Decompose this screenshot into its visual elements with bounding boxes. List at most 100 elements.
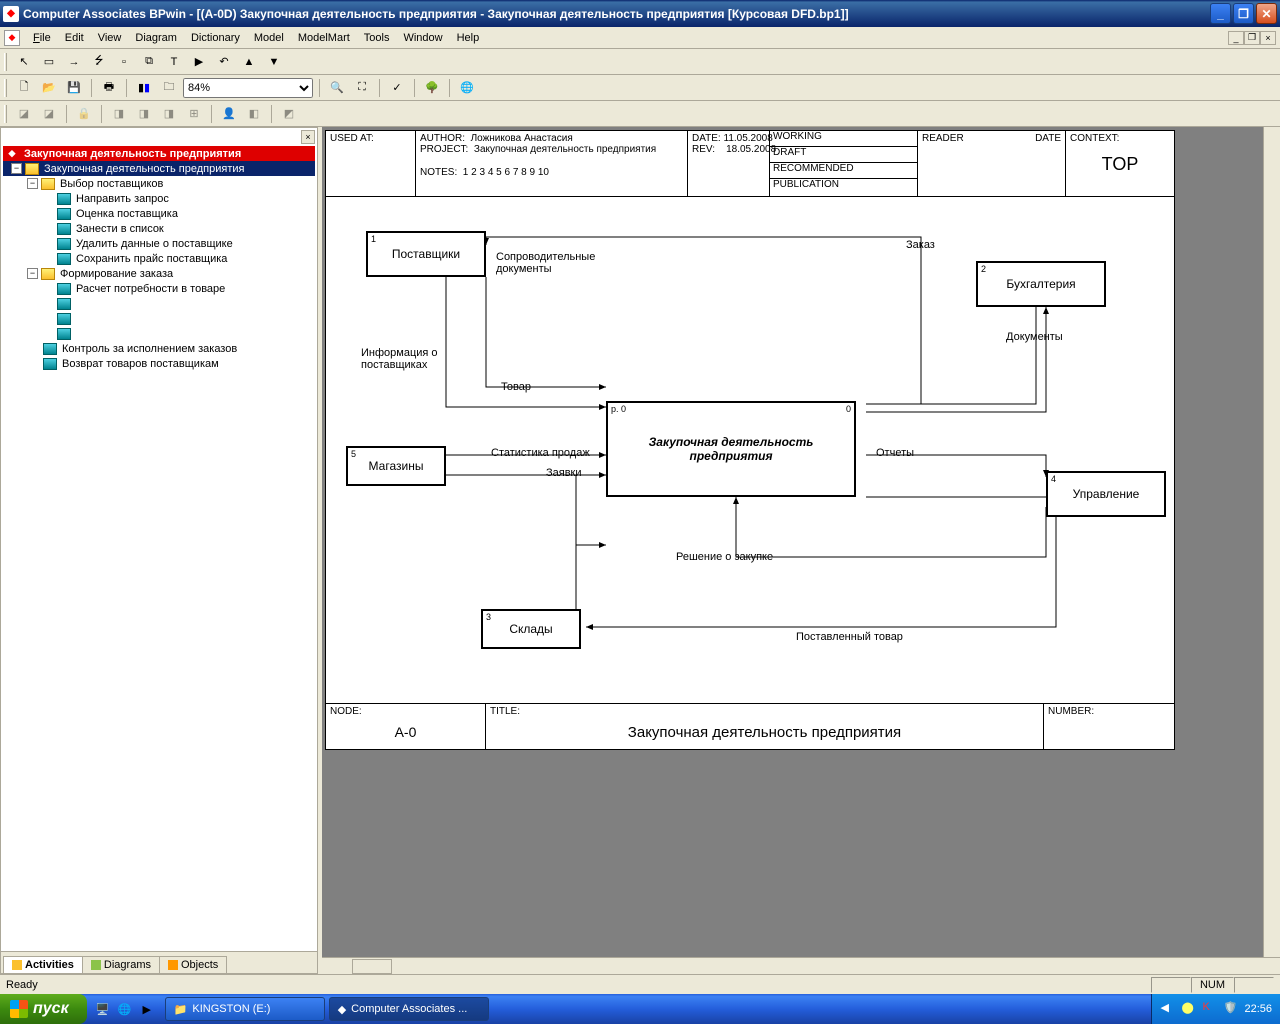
zoom-in-button[interactable]: 🔍 xyxy=(326,77,348,99)
close-button[interactable]: ✕ xyxy=(1256,3,1277,24)
tree-leaf[interactable]: Расчет потребности в товаре xyxy=(3,281,315,296)
toolbar-grip-3[interactable] xyxy=(4,105,7,123)
tree-leaf[interactable]: Сохранить прайс поставщика xyxy=(3,251,315,266)
leaf-icon xyxy=(57,238,71,250)
menu-view[interactable]: View xyxy=(91,30,129,46)
windows-logo-icon xyxy=(10,1000,28,1018)
clock[interactable]: 22:56 xyxy=(1244,1003,1272,1015)
taskbar-item-bpwin[interactable]: ◆ Computer Associates ... xyxy=(329,997,489,1021)
tree-root[interactable]: ◆ Закупочная деятельность предприятия xyxy=(3,146,315,161)
ql-player[interactable]: ▶ xyxy=(137,999,157,1019)
entity-stores[interactable]: 5Магазины xyxy=(346,446,446,486)
play-tool[interactable]: ▶ xyxy=(188,51,210,73)
mdi-minimize[interactable]: _ xyxy=(1228,31,1244,45)
tree-leaf[interactable] xyxy=(3,326,315,341)
canvas-scroll[interactable]: USED AT: AUTHOR: Ложникова Анастасия PRO… xyxy=(322,127,1280,957)
ql-desktop[interactable]: 🖥️ xyxy=(93,999,113,1019)
activity-icon xyxy=(12,960,22,970)
horizontal-scrollbar[interactable] xyxy=(322,957,1280,974)
triangle-down-tool[interactable]: ▼ xyxy=(263,51,285,73)
tree-leaf[interactable]: Возврат товаров поставщикам xyxy=(3,356,315,371)
open-button[interactable]: 📂 xyxy=(38,77,60,99)
diagram-canvas[interactable]: USED AT: AUTHOR: Ложникова Анастасия PRO… xyxy=(325,130,1175,750)
tree-leaf[interactable]: Контроль за исполнением заказов xyxy=(3,341,315,356)
browse-button[interactable]: 🗀 xyxy=(158,77,180,99)
arrow-tool[interactable]: → xyxy=(63,51,85,73)
menu-tools[interactable]: Tools xyxy=(357,30,397,46)
tray-icon[interactable]: ⬤ xyxy=(1181,1001,1197,1017)
new-button[interactable]: 🗋 xyxy=(13,77,35,99)
pointer-tool[interactable]: ↖ xyxy=(13,51,35,73)
text-tool[interactable]: T xyxy=(163,51,185,73)
explorer-close[interactable]: × xyxy=(301,130,315,144)
toolbar-grip-2[interactable] xyxy=(4,79,7,97)
tab-objects[interactable]: Objects xyxy=(159,956,227,973)
small-rect-tool[interactable]: ▫ xyxy=(113,51,135,73)
spellcheck-button[interactable]: ✓ xyxy=(386,77,408,99)
zoom-fit-button[interactable]: ⛶ xyxy=(351,77,373,99)
entity-accounting[interactable]: 2Бухгалтерия xyxy=(976,261,1106,307)
tree-leaf[interactable]: Занести в список xyxy=(3,221,315,236)
tab-activities[interactable]: Activities xyxy=(3,956,83,973)
triangle-up-tool[interactable]: ▲ xyxy=(238,51,260,73)
menu-modelmart[interactable]: ModelMart xyxy=(291,30,357,46)
mm-btn1: ◪ xyxy=(13,103,35,125)
tree-node-order[interactable]: − Формирование заказа xyxy=(3,266,315,281)
print-button[interactable]: 🖶 xyxy=(98,77,120,99)
menu-window[interactable]: Window xyxy=(396,30,449,46)
menu-diagram[interactable]: Diagram xyxy=(128,30,184,46)
taskbar-item-explorer[interactable]: 📁 KINGSTON (E:) xyxy=(165,997,325,1021)
mdi-close[interactable]: × xyxy=(1260,31,1276,45)
maximize-button[interactable]: ❐ xyxy=(1233,3,1254,24)
model-tree[interactable]: ◆ Закупочная деятельность предприятия − … xyxy=(1,128,317,951)
entity-management[interactable]: 4Управление xyxy=(1046,471,1166,517)
globe-button[interactable]: 🌐 xyxy=(456,77,478,99)
tree-node-main[interactable]: − Закупочная деятельность предприятия xyxy=(3,161,315,176)
menu-dictionary[interactable]: Dictionary xyxy=(184,30,247,46)
explorer-tabs: Activities Diagrams Objects xyxy=(1,951,317,973)
menu-help[interactable]: Help xyxy=(450,30,487,46)
collapse-icon[interactable]: − xyxy=(11,163,22,174)
rect-tool[interactable]: ▭ xyxy=(38,51,60,73)
save-button[interactable]: 💾 xyxy=(63,77,85,99)
doc-icon[interactable]: ◆ xyxy=(4,30,20,46)
tab-diagrams[interactable]: Diagrams xyxy=(82,956,160,973)
entity-suppliers[interactable]: 1Поставщики xyxy=(366,231,486,277)
arrow-label: Сопроводительные документы xyxy=(496,251,626,275)
tree-leaf[interactable]: Удалить данные о поставщике xyxy=(3,236,315,251)
zoom-combo[interactable]: 84% xyxy=(183,78,313,98)
leaf-icon xyxy=(57,328,71,340)
tree-leaf[interactable] xyxy=(3,296,315,311)
undo-tool[interactable]: ↶ xyxy=(213,51,235,73)
toolbar-grip[interactable] xyxy=(4,53,7,71)
menu-edit[interactable]: Edit xyxy=(58,30,91,46)
tree-leaf[interactable]: Направить запрос xyxy=(3,191,315,206)
tree-leaf[interactable] xyxy=(3,311,315,326)
vertical-scrollbar[interactable] xyxy=(1263,127,1280,957)
collapse-icon[interactable]: − xyxy=(27,178,38,189)
palette-button[interactable]: ▮▮ xyxy=(133,77,155,99)
double-rect-tool[interactable]: ⧉ xyxy=(138,51,160,73)
status-bar: Ready NUM xyxy=(0,974,1280,994)
mdi-restore[interactable]: ❐ xyxy=(1244,31,1260,45)
process-main[interactable]: p. 00 Закупочная деятельность предприяти… xyxy=(606,401,856,497)
taskbar: пуск 🖥️ 🌐 ▶ 📁 KINGSTON (E:) ◆ Computer A… xyxy=(0,994,1280,1024)
minimize-button[interactable]: _ xyxy=(1210,3,1231,24)
bolt-tool[interactable]: ⭍ xyxy=(88,51,110,73)
tree-leaf[interactable]: Оценка поставщика xyxy=(3,206,315,221)
system-tray[interactable]: ◀ ⬤ K 🛡️ 22:56 xyxy=(1151,994,1280,1024)
tray-icon[interactable]: K xyxy=(1202,1001,1218,1017)
menu-model[interactable]: Model xyxy=(247,30,291,46)
tree-button[interactable]: 🌳 xyxy=(421,77,443,99)
tree-node-suppliers[interactable]: − Выбор поставщиков xyxy=(3,176,315,191)
modelmart-toolbar: ◪ ◪ 🔒 ◨ ◨ ◨ ⊞ 👤 ◧ ◩ xyxy=(0,101,1280,127)
start-button[interactable]: пуск xyxy=(0,994,87,1024)
entity-warehouse[interactable]: 3Склады xyxy=(481,609,581,649)
mm-btn7: ◧ xyxy=(243,103,265,125)
mm-review[interactable]: 👤 xyxy=(218,103,240,125)
ql-browser[interactable]: 🌐 xyxy=(115,999,135,1019)
collapse-icon[interactable]: − xyxy=(27,268,38,279)
tray-icon[interactable]: 🛡️ xyxy=(1223,1001,1239,1017)
tray-icon[interactable]: ◀ xyxy=(1160,1001,1176,1017)
menu-file[interactable]: File xyxy=(26,30,58,46)
